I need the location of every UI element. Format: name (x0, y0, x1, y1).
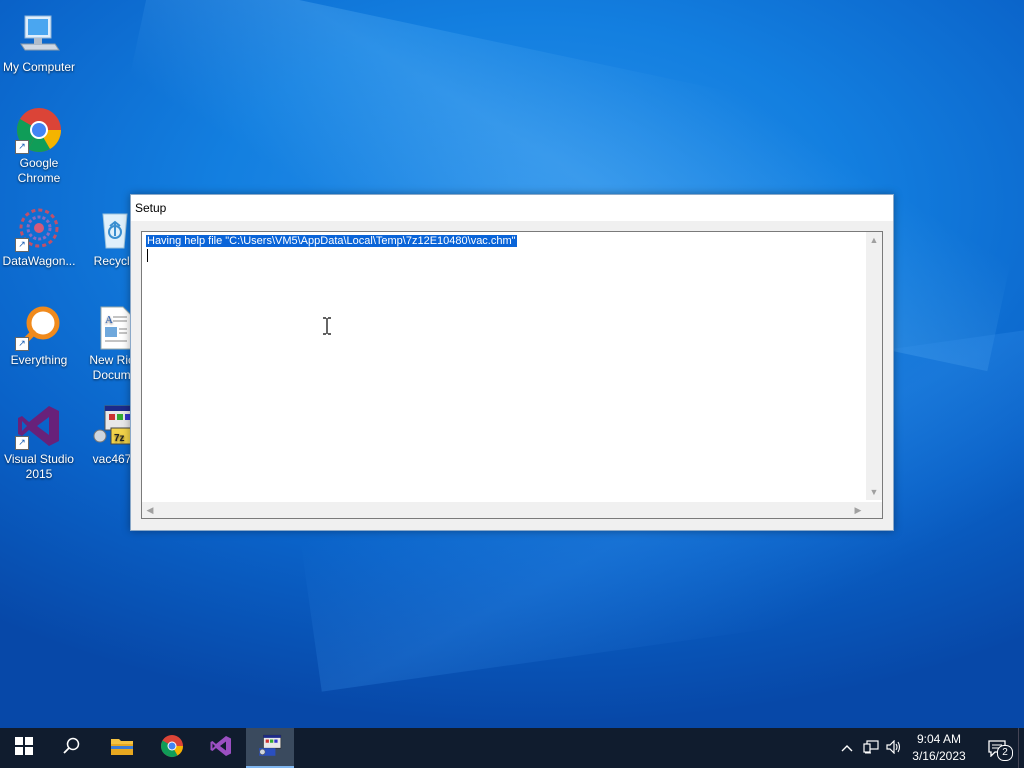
text-cursor-icon (322, 317, 332, 335)
desktop-icon-label: Visual Studio 2015 (4, 452, 74, 481)
clock-time: 9:04 AM (916, 732, 962, 746)
chrome-icon: ↗ (15, 106, 63, 154)
desktop-icon-label: Everything (10, 353, 68, 367)
windows-logo-icon (15, 736, 33, 760)
network-button[interactable] (860, 728, 882, 768)
svg-text:7z: 7z (114, 433, 125, 444)
clock-date: 3/16/2023 (912, 749, 966, 763)
notification-count-badge: 2 (997, 745, 1013, 761)
desktop-icon-datawagon[interactable]: ↗ DataWagon... (0, 204, 78, 269)
desktop-icon-google-chrome[interactable]: ↗ Google Chrome (0, 106, 78, 186)
visual-studio-taskbar-button[interactable] (197, 728, 245, 768)
shortcut-arrow-icon: ↗ (15, 436, 29, 450)
visual-studio-icon (209, 734, 233, 763)
chrome-icon (160, 734, 184, 763)
desktop-icon-my-computer[interactable]: My Computer (0, 10, 78, 75)
search-icon (63, 737, 81, 760)
installer-icon (257, 734, 283, 763)
speaker-icon (886, 739, 902, 757)
file-explorer-button[interactable] (98, 728, 146, 768)
desktop-icon-label: DataWagon... (2, 254, 76, 268)
network-icon (863, 739, 879, 757)
desktop-icon-label: My Computer (2, 60, 76, 74)
chevron-up-icon (841, 741, 853, 755)
desktop-icon-label: Google Chrome (17, 156, 61, 185)
setup-taskbar-button[interactable] (246, 728, 294, 768)
everything-search-icon: ↗ (15, 303, 63, 351)
taskbar: 9:04 AM 3/16/2023 2 (0, 728, 1024, 768)
shortcut-arrow-icon: ↗ (15, 337, 29, 351)
setup-window[interactable]: Setup Having help file "C:\Users\VM5\App… (130, 194, 894, 531)
search-button[interactable] (48, 728, 96, 768)
shortcut-arrow-icon: ↗ (15, 140, 29, 154)
notification-icon: 2 (987, 739, 1013, 761)
datawagon-icon: ↗ (15, 204, 63, 252)
scroll-down-icon[interactable]: ▼ (866, 484, 882, 500)
text-caret (147, 249, 148, 262)
vertical-scrollbar[interactable]: ▲ ▼ (866, 232, 882, 500)
svg-text:A: A (105, 314, 113, 326)
taskbar-clock[interactable]: 9:04 AM 3/16/2023 (904, 731, 974, 765)
computer-icon (15, 10, 63, 58)
show-desktop-button[interactable] (1018, 728, 1024, 768)
desktop-icon-everything[interactable]: ↗ Everything (0, 303, 78, 368)
scroll-left-icon[interactable]: ◀ (142, 502, 158, 518)
scroll-right-icon[interactable]: ▶ (850, 502, 866, 518)
setup-log-textarea[interactable]: Having help file "C:\Users\VM5\AppData\L… (141, 231, 883, 519)
scroll-up-icon[interactable]: ▲ (866, 232, 882, 248)
horizontal-scrollbar[interactable]: ◀ ▶ (142, 502, 866, 518)
visual-studio-icon: ↗ (15, 402, 63, 450)
shortcut-arrow-icon: ↗ (15, 238, 29, 252)
show-hidden-icons-button[interactable] (836, 728, 858, 768)
desktop: My Computer ↗ Google Chrome ↗ DataWagon.… (0, 0, 1024, 728)
folder-icon (110, 736, 134, 761)
volume-button[interactable] (883, 728, 905, 768)
chrome-taskbar-button[interactable] (148, 728, 196, 768)
scrollbar-corner (866, 502, 882, 518)
desktop-icon-visual-studio-2015[interactable]: ↗ Visual Studio 2015 (0, 402, 78, 482)
start-button[interactable] (0, 728, 48, 768)
setup-window-title[interactable]: Setup (131, 195, 893, 221)
action-center-button[interactable]: 2 (980, 728, 1014, 768)
setup-log-selected-text[interactable]: Having help file "C:\Users\VM5\AppData\L… (146, 235, 517, 247)
